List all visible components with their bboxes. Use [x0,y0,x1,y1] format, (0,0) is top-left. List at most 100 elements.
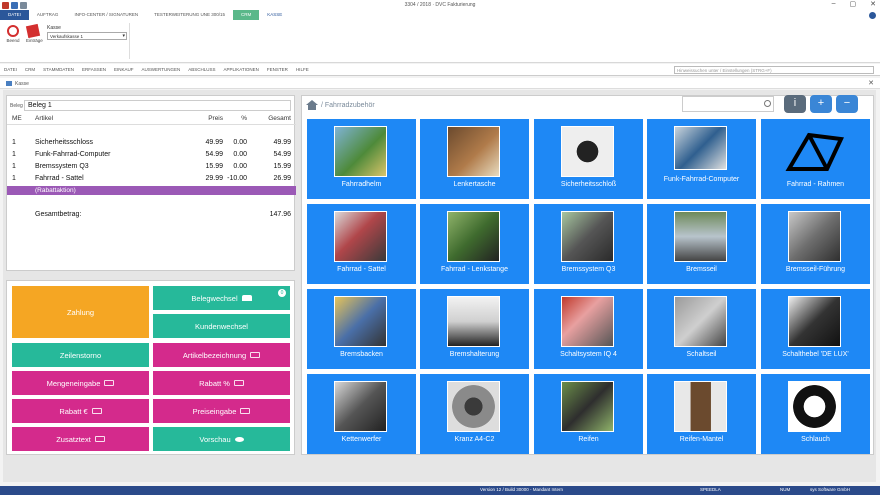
keyboard-icon [240,408,251,414]
tab-auftrag[interactable]: AUFTRAG [29,10,67,20]
maximize-icon[interactable]: ▢ [850,0,857,8]
product-image [561,381,614,432]
product-image [788,296,841,347]
menu-datei[interactable]: DATEI [0,67,21,72]
beleg-input[interactable]: Beleg 1 [24,100,291,111]
rabatt-euro-label: Rabatt € [59,406,88,416]
zahlung-button[interactable]: Zahlung [12,286,149,338]
help-icon[interactable] [869,12,876,19]
mengeneingabe-button[interactable]: Mengeneingabe [12,371,149,395]
tile-label: Fahrrad - Rahmen [786,181,845,188]
tile-label: Fahrrad - Lenkstange [441,266,508,273]
kundenwechsel-label: Kundenwechsel [195,321,248,331]
article-tile-schaltsystem-iq4[interactable]: Schaltsystem IQ 4 [534,289,643,369]
col-preis: Preis [208,115,223,122]
product-image [447,381,500,432]
product-image [561,296,614,347]
belegwechsel-label: Belegwechsel [191,293,238,303]
tile-label: Schalthebel 'DE LUX' [782,351,849,358]
article-tile-funk-fahrrad-computer[interactable]: Funk-Fahrrad-Computer [647,119,756,199]
search-icon[interactable] [764,100,771,107]
menu-auswertungen[interactable]: AUSWERTUNGEN [138,67,185,72]
article-tile-bremsseil-fuehrung[interactable]: Bremsseil-Führung [761,204,870,284]
table-row[interactable]: 1 Fahrrad - Sattel 29.99 -10.00 26.99 [7,175,296,185]
article-tile-reifen-mantel[interactable]: Reifen-Mantel [647,374,756,454]
article-tile-fahrrad-sattel[interactable]: Fahrrad - Sattel [307,204,416,284]
menu-search-input[interactable]: Hinweissuchen unter / Einstellungen (STR… [674,66,874,74]
article-tile-schlauch[interactable]: Schlauch [761,374,870,454]
tile-label: Reifen [578,436,599,443]
menu-erfassen[interactable]: ERFASSEN [78,67,110,72]
breadcrumb: / Fahrradzubehör [306,99,375,111]
zusatztext-button[interactable]: Zusatztext [12,427,149,451]
tab-datei[interactable]: DATEI [0,10,29,20]
total-label: Gesamtbetrag: [35,211,82,218]
table-row[interactable]: 1 Bremssystem Q3 15.99 0.00 15.99 [7,163,296,173]
tile-label: Kettenwerfer [341,436,382,443]
menu-abschluss[interactable]: ABSCHLUSS [184,67,219,72]
article-tile-lenkertasche[interactable]: Lenkertasche [420,119,529,199]
article-tile-fahrrad-rahmen[interactable]: Fahrrad - Rahmen [761,119,870,199]
tab-kasse[interactable]: KASSE [259,10,291,20]
tile-label: Fahrrad - Sattel [337,266,386,273]
article-tile-bremsseil[interactable]: Bremsseil [647,204,756,284]
row-gesamt: 26.99 [273,175,291,182]
row-preis: 54.99 [205,151,223,158]
zeilenstorno-button[interactable]: Zeilenstorno [12,343,149,367]
zusatztext-label: Zusatztext [56,434,91,444]
table-row[interactable]: 1 Sicherheitsschloss 49.99 0.00 49.99 [7,139,296,149]
menu-hilfe[interactable]: HILFE [292,67,313,72]
article-tile-kettenwerfer[interactable]: Kettenwerfer [307,374,416,454]
home-icon[interactable] [306,100,318,110]
article-tile-bremsbacken[interactable]: Bremsbacken [307,289,416,369]
rabatt-prozent-button[interactable]: Rabatt % [153,371,290,395]
menu-crm[interactable]: CRM [21,67,39,72]
product-image [334,381,387,432]
tab-info-center[interactable]: INFO-CENTER / SIGNATUREN [66,10,146,20]
menu-fenster[interactable]: FENSTER [263,67,292,72]
menu-applikationen[interactable]: APPLIKATIONEN [219,67,262,72]
table-row[interactable]: 1 Funk-Fahrrad-Computer 54.99 0.00 54.99 [7,151,296,161]
plus-button[interactable]: + [810,95,832,113]
total-row: Gesamtbetrag: 147.96 [7,211,296,221]
status-db: SPEEDLA [700,487,721,492]
vorschau-button[interactable]: Vorschau [153,427,290,451]
product-image [674,381,727,432]
inner-close-icon[interactable]: ✕ [868,79,874,87]
preiseingabe-label: Preiseingabe [192,406,237,416]
row-preis: 49.99 [205,139,223,146]
article-search-input[interactable] [682,96,774,112]
menu-einkauf[interactable]: EINKAUF [110,67,138,72]
keyboard-icon [233,380,244,386]
minus-button[interactable]: − [836,95,858,113]
kasse-select[interactable]: Verkaufskasse 1 [47,32,127,40]
belegwechsel-button[interactable]: Belegwechsel 0 [153,286,290,310]
article-tile-bremshalterung[interactable]: Bremshalterung [420,289,529,369]
article-tile-kranz-a4-c2[interactable]: Kranz A4-C2 [420,374,529,454]
article-tile-reifen[interactable]: Reifen [534,374,643,454]
close-icon[interactable]: ✕ [870,0,876,8]
article-tile-sicherheitsschloss[interactable]: Sicherheitsschloß [534,119,643,199]
tab-crm[interactable]: CRM [233,10,260,20]
rabatt-euro-button[interactable]: Rabatt € [12,399,149,423]
minimize-icon[interactable]: – [832,0,836,8]
article-tile-bremssystem-q3[interactable]: Bremssystem Q3 [534,204,643,284]
tile-label: Bremsseil [686,266,717,273]
article-tile-fahrradhelm[interactable]: Fahrradhelm [307,119,416,199]
kundenwechsel-button[interactable]: Kundenwechsel [153,314,290,338]
status-version: Version 12 / Build 30000 - Mandant Inter… [480,487,564,492]
rabatt-row[interactable]: (Rabattaktion) [7,186,296,195]
artikelbezeichnung-button[interactable]: Artikelbezeichnung [153,343,290,367]
menu-stammdaten[interactable]: STAMMDATEN [39,67,78,72]
preiseingabe-button[interactable]: Preiseingabe [153,399,290,423]
receipt-table-header: ME Artikel Preis % Gesamt [7,115,296,125]
vorschau-label: Vorschau [199,434,231,444]
article-tile-schaltseil[interactable]: Schaltseil [647,289,756,369]
beenden-button[interactable]: Beend [6,25,20,43]
info-button[interactable]: i [784,95,806,113]
eintraege-button[interactable]: Einträge [25,23,43,43]
tab-testerweiterung[interactable]: TESTERWEITERUNG UNE 300/15 [146,10,233,20]
article-tile-fahrrad-lenkstange[interactable]: Fahrrad - Lenkstange [420,204,529,284]
row-pct: 0.00 [233,139,247,146]
article-tile-schalthebel-de-lux[interactable]: Schalthebel 'DE LUX' [761,289,870,369]
